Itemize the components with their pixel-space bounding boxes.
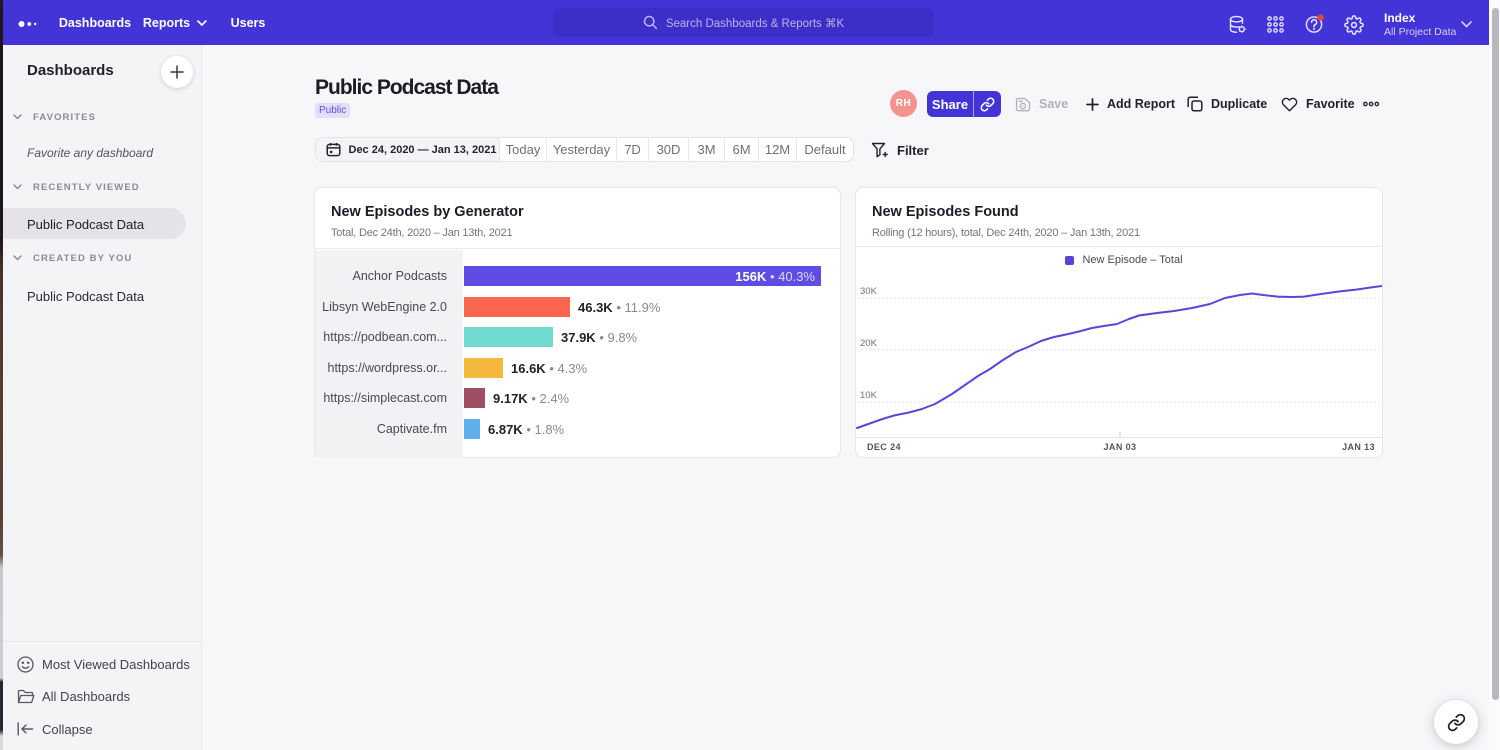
svg-text:30K: 30K <box>860 286 878 297</box>
svg-text:JAN 13: JAN 13 <box>1342 442 1375 452</box>
svg-text:JAN 03: JAN 03 <box>1104 442 1137 452</box>
svg-text:20K: 20K <box>860 338 878 349</box>
svg-text:10K: 10K <box>860 390 878 401</box>
svg-text:DEC 24: DEC 24 <box>867 442 901 452</box>
